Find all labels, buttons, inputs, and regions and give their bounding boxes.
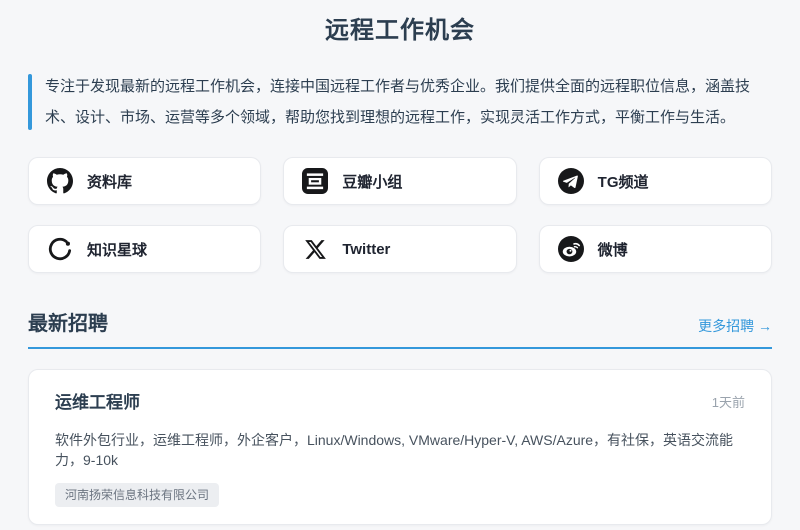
job-description: 软件外包行业，运维工程师，外企客户，Linux/Windows, VMware/… (55, 432, 734, 468)
link-card-douban[interactable]: 豆瓣小组 (283, 157, 517, 205)
latest-jobs-header: 最新招聘 更多招聘 → (28, 307, 772, 349)
link-label: 知识星球 (87, 241, 148, 259)
link-label: 微博 (597, 241, 628, 259)
link-label: TG频道 (597, 173, 649, 191)
telegram-icon (557, 168, 584, 194)
job-company-tag: 河南扬荣信息科技有限公司 (55, 483, 220, 507)
social-links-grid: 资料库 豆瓣小组 TG频道 知识星球 Twitter 微博 (28, 157, 772, 273)
link-card-twitter[interactable]: Twitter (283, 225, 517, 273)
link-label: 豆瓣小组 (342, 173, 403, 191)
weibo-icon (557, 236, 584, 262)
link-card-repository[interactable]: 资料库 (28, 157, 262, 205)
more-jobs-link[interactable]: 更多招聘 → (698, 316, 772, 336)
link-card-zhishixingqiu[interactable]: 知识星球 (28, 225, 262, 273)
link-label: Twitter (342, 240, 391, 258)
jobs-list: 运维工程师 1天前 软件外包行业，运维工程师，外企客户，Linux/Window… (28, 369, 772, 530)
github-icon (47, 168, 73, 194)
intro-text: 专注于发现最新的远程工作机会，连接中国远程工作者与优秀企业。我们提供全面的远程职… (45, 78, 751, 126)
douban-icon (302, 168, 329, 194)
x-twitter-icon (302, 236, 328, 262)
job-card-head: 运维工程师 1天前 (55, 391, 745, 415)
link-card-weibo[interactable]: 微博 (538, 225, 772, 273)
page-container: 远程工作机会 专注于发现最新的远程工作机会，连接中国远程工作者与优秀企业。我们提… (28, 0, 772, 530)
link-card-telegram[interactable]: TG频道 (538, 157, 772, 205)
zhishixingqiu-icon (47, 236, 73, 262)
latest-jobs-title: 最新招聘 (28, 313, 108, 335)
intro-blockquote: 专注于发现最新的远程工作机会，连接中国远程工作者与优秀企业。我们提供全面的远程职… (28, 71, 772, 133)
job-title: 运维工程师 (55, 393, 140, 412)
job-posted-time: 1天前 (711, 395, 745, 410)
link-label: 资料库 (87, 173, 133, 191)
page-title: 远程工作机会 (325, 17, 475, 44)
job-card[interactable]: 运维工程师 1天前 软件外包行业，运维工程师，外企客户，Linux/Window… (28, 369, 772, 525)
